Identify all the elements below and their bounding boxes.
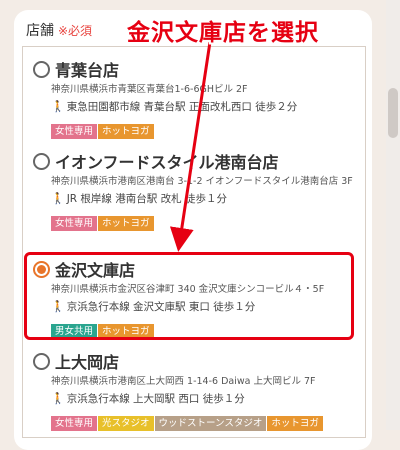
store-name: 青葉台店 [55,61,120,80]
store-address: 神奈川県横浜市金沢区谷津町 340 金沢文庫シンコービル４・5F [51,284,325,295]
store-address: 神奈川県横浜市青葉区青葉台1-6-6GHビル 2F [51,84,248,95]
field-label: 店舗 [26,23,54,39]
store-access: 🚶 京浜急行本線 金沢文庫駅 東口 徒歩１分 [51,300,256,313]
tag: 光スタジオ [98,416,154,431]
store-access: 🚶 東急田園都市線 青葉台駅 正面改札西口 徒歩２分 [51,100,298,113]
store-address: 神奈川県横浜市港南区港南台 3-1-2 イオンフードスタイル港南台店 3F [51,176,353,187]
store-list: 青葉台店 神奈川県横浜市青葉区青葉台1-6-6GHビル 2F 🚶 東急田園都市線 … [22,46,366,438]
tag: 女性専用 [51,216,98,231]
walking-person-icon: 🚶 [51,300,65,313]
tag: 男女共用 [51,324,98,339]
required-marker: ※必須 [58,24,93,38]
store-option-kamiooka[interactable]: 上大岡店 神奈川県横浜市港南区上大岡西 1-14-6 Daiwa 上大岡ビル 7… [31,347,357,431]
tag: ウッドストーンスタジオ [154,416,267,431]
walking-person-icon: 🚶 [51,392,65,405]
store-name: イオンフードスタイル港南台店 [55,153,279,172]
store-tags: 女性専用 ホットヨガ [51,119,357,139]
tag: ホットヨガ [267,416,323,431]
walking-person-icon: 🚶 [51,100,65,113]
store-name: 金沢文庫店 [55,261,136,280]
store-option-kanazawabunko[interactable]: 金沢文庫店 神奈川県横浜市金沢区谷津町 340 金沢文庫シンコービル４・5F 🚶… [31,255,357,339]
annotation-label: 金沢文庫店を選択 [127,20,319,46]
store-name: 上大岡店 [55,353,120,372]
store-address: 神奈川県横浜市港南区上大岡西 1-14-6 Daiwa 上大岡ビル 7F [51,376,316,387]
store-access: 🚶 JR 根岸線 港南台駅 改札 徒歩１分 [51,192,227,205]
scrollbar-thumb[interactable] [388,88,398,138]
scrollbar[interactable] [386,0,400,430]
store-option-konandai[interactable]: イオンフードスタイル港南台店 神奈川県横浜市港南区港南台 3-1-2 イオンフー… [31,147,357,231]
tag: ホットヨガ [98,216,154,231]
store-tags: 男女共用 ホットヨガ [51,319,357,339]
store-access: 🚶 京浜急行本線 上大岡駅 西口 徒歩１分 [51,392,245,405]
radio-button[interactable] [33,153,50,170]
store-option-aobadai[interactable]: 青葉台店 神奈川県横浜市青葉区青葉台1-6-6GHビル 2F 🚶 東急田園都市線 … [31,55,357,139]
tag: 女性専用 [51,416,98,431]
tag: 女性専用 [51,124,98,139]
store-field-header: 店舗 ※必須 [26,20,92,40]
store-tags: 女性専用 光スタジオ ウッドストーンスタジオ ホットヨガ [51,411,357,431]
walking-person-icon: 🚶 [51,192,65,205]
tag: ホットヨガ [98,324,154,339]
store-tags: 女性専用 ホットヨガ [51,211,357,231]
radio-button-selected[interactable] [33,261,50,278]
radio-button[interactable] [33,61,50,78]
tag: ホットヨガ [98,124,154,139]
radio-button[interactable] [33,353,50,370]
